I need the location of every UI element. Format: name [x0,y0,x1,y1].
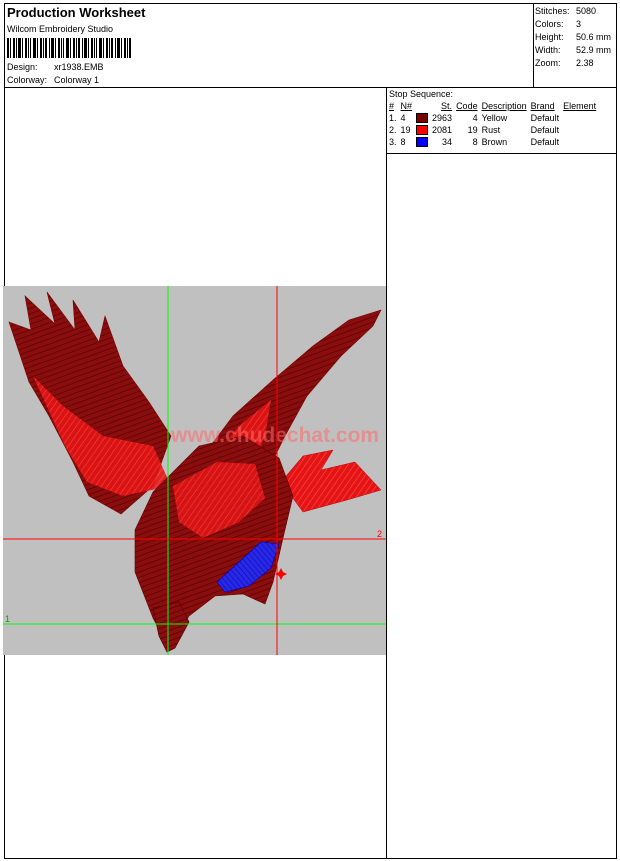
marker-1: 1 [5,614,10,624]
design-preview: www.chudechat.com 1 2 [3,286,386,655]
row-swatch [414,112,430,124]
table-row: 2. 19 2081 19 Rust Default [387,124,598,136]
row-code: 4 [472,113,478,123]
row-stitches: 34 [442,137,453,147]
table-row: 3. 8 34 8 Brown Default [387,136,598,148]
sequence-divider [386,87,387,859]
stat-label-width: Width: [535,45,561,55]
row-brand: Default [530,137,560,147]
color-swatch [416,113,429,124]
row-code: 19 [467,125,478,135]
stat-value-colors: 3 [576,19,582,29]
col-header-swatch [414,100,430,112]
stat-label-stitches: Stitches: [535,6,570,16]
barcode [7,38,131,58]
watermark-text: www.chudechat.com [170,424,379,447]
tail-feathers [280,449,382,513]
row-element [561,136,598,148]
row-code: 8 [472,137,478,147]
stats-divider [533,3,534,87]
col-header-stitches: St. [441,101,453,111]
row-stitches: 2963 [432,113,453,123]
col-header-n: N# [400,101,413,111]
stop-sequence-table: # N# St. Code Description Brand Element … [387,100,598,148]
row-description: Brown [481,137,508,147]
row-description: Yellow [481,113,508,123]
stat-value-stitches: 5080 [576,6,597,16]
row-swatch [414,124,430,136]
row-n: 8 [400,137,406,147]
col-header-description: Description [481,101,527,111]
row-stitches: 2081 [432,125,453,135]
row-element [561,112,598,124]
design-value: xr1938.EMB [54,62,104,72]
stat-value-zoom: 2.38 [576,58,594,68]
table-row: 1. 4 2963 4 Yellow Default [387,112,598,124]
row-brand: Default [530,125,560,135]
stop-sequence-title: Stop Sequence: [389,89,454,99]
row-description: Rust [481,125,501,135]
stat-label-height: Height: [535,32,564,42]
col-header-num: # [389,101,395,111]
stat-label-colors: Colors: [535,19,564,29]
color-swatch [416,137,429,148]
row-num: 3. [389,137,397,147]
page-title: Production Worksheet [7,5,146,20]
col-header-code: Code [456,101,478,111]
row-n: 19 [400,125,411,135]
color-swatch [416,125,429,136]
embroidery-preview-svg: www.chudechat.com 1 2 [3,286,386,655]
col-header-brand: Brand [530,101,555,111]
stat-value-height: 50.6 mm [576,32,612,42]
stat-label-zoom: Zoom: [535,58,561,68]
colorway-label: Colorway: [7,75,48,85]
colorway-value: Colorway 1 [54,75,100,85]
table-header-row: # N# St. Code Description Brand Element [387,100,598,112]
software-name: Wilcom Embroidery Studio [7,24,114,34]
header-divider [4,87,617,88]
design-label: Design: [7,62,38,72]
marker-2: 2 [377,529,382,539]
row-n: 4 [400,113,406,123]
col-header-element: Element [563,101,597,111]
row-swatch [414,136,430,148]
sequence-bottom-divider [386,153,617,154]
row-num: 2. [389,125,397,135]
row-num: 1. [389,113,397,123]
row-brand: Default [530,113,560,123]
stat-value-width: 52.9 mm [576,45,612,55]
row-element [561,124,598,136]
